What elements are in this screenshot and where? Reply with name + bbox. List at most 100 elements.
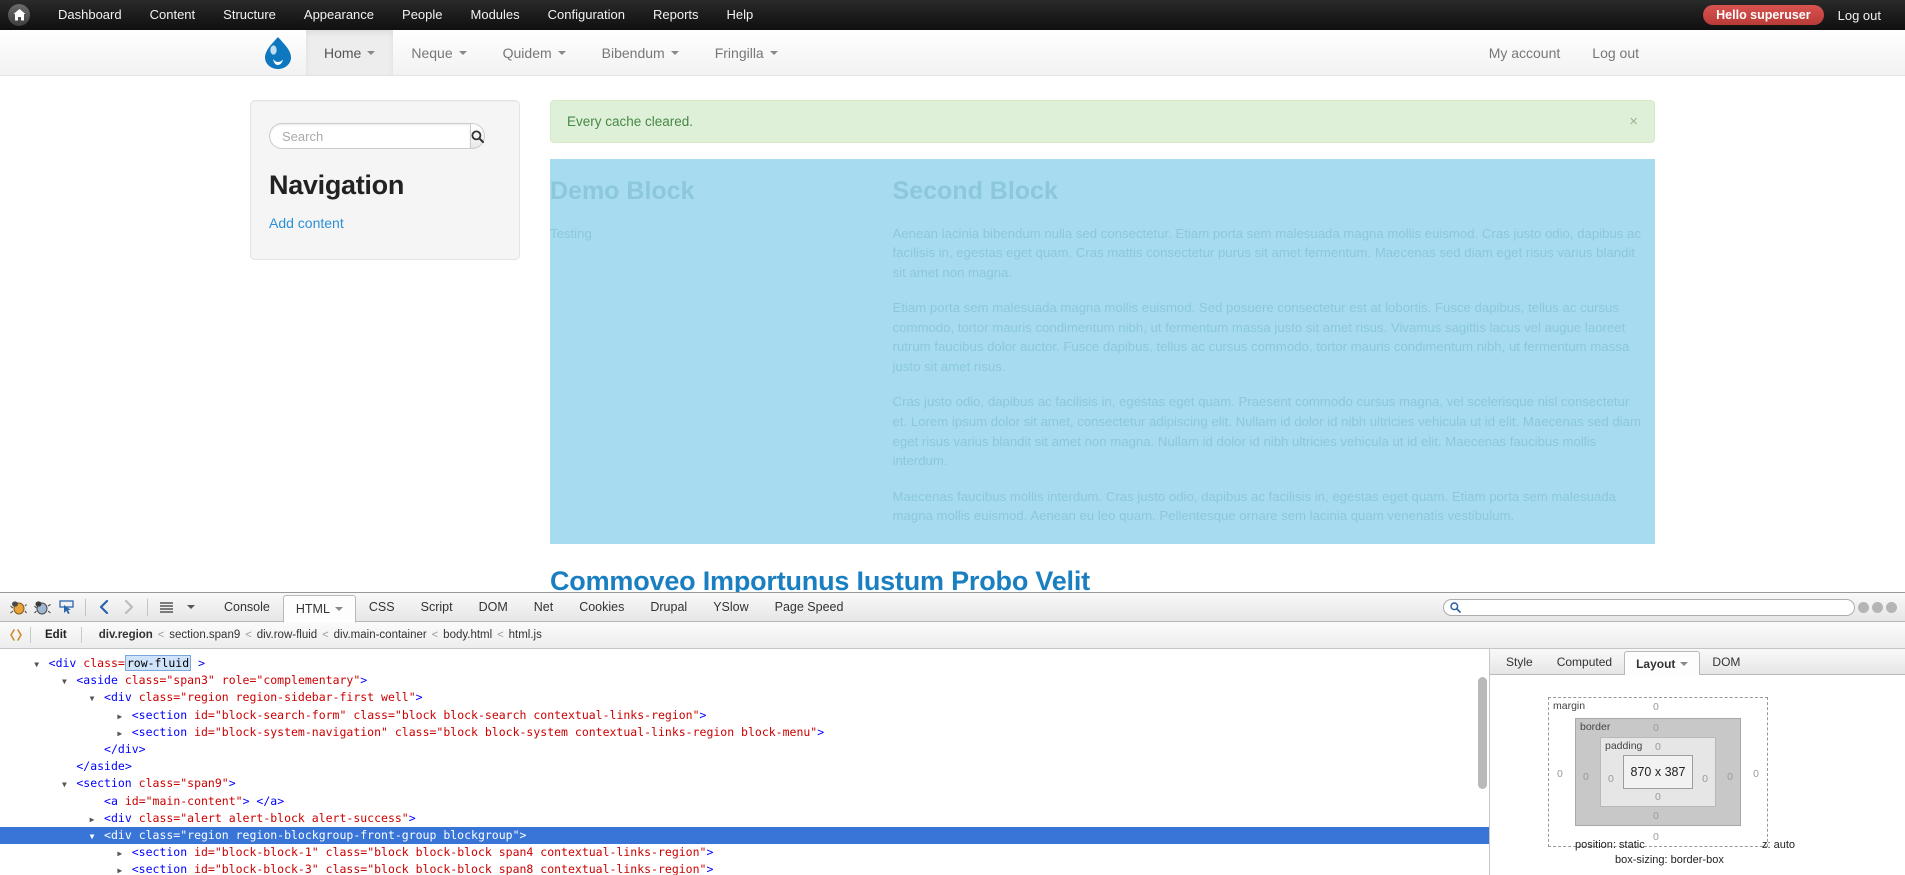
- edit-button[interactable]: Edit: [35, 629, 77, 641]
- add-content-link[interactable]: Add content: [269, 215, 344, 231]
- breadcrumb: div.region < section.span9 < div.row-flu…: [86, 629, 547, 641]
- admin-logout-link[interactable]: Log out: [1828, 8, 1891, 23]
- admin-menu-item-structure[interactable]: Structure: [209, 0, 290, 30]
- previous-arrow-icon[interactable]: [94, 597, 115, 618]
- breadcrumb-item-html-js[interactable]: html.js: [504, 629, 547, 641]
- firebug-deactivate-icon[interactable]: [32, 597, 53, 618]
- fb-tab-script[interactable]: Script: [408, 593, 466, 622]
- fb-tab-yslow[interactable]: YSlow: [700, 593, 761, 622]
- html-tree-line[interactable]: ▶ <section id="block-block-1" class="blo…: [0, 844, 1489, 861]
- home-icon[interactable]: [8, 4, 30, 26]
- close-icon[interactable]: [1886, 601, 1897, 613]
- html-tree-line[interactable]: ▶ <div class="alert alert-block alert-su…: [0, 810, 1489, 827]
- admin-menu-item-dashboard[interactable]: Dashboard: [44, 0, 136, 30]
- firebug-bug-icon[interactable]: [8, 597, 29, 618]
- fb-tab-html[interactable]: HTML: [282, 594, 356, 623]
- search-icon[interactable]: [470, 123, 485, 149]
- nav-item-bibendum[interactable]: Bibendum: [584, 30, 697, 75]
- close-icon[interactable]: ×: [1629, 114, 1638, 129]
- breadcrumb-item-div-main-container[interactable]: div.main-container: [329, 629, 432, 641]
- breadcrumb-item-div-region[interactable]: div.region: [94, 629, 158, 641]
- twisty-expanded-icon[interactable]: ▼: [32, 656, 42, 673]
- fb-tab-label: DOM: [478, 600, 508, 614]
- fb-tab-net[interactable]: Net: [521, 593, 566, 622]
- html-tree-line[interactable]: ▼ <aside class="span3" role="complementa…: [0, 672, 1489, 689]
- html-tree-line[interactable]: </div>: [0, 741, 1489, 758]
- admin-menu-item-reports[interactable]: Reports: [639, 0, 713, 30]
- twisty-collapsed-icon[interactable]: ▶: [115, 862, 125, 875]
- fb-tab-css[interactable]: CSS: [356, 593, 408, 622]
- code-token-val: "block-search-form": [214, 707, 347, 722]
- html-tree-line[interactable]: ▼ <section class="span9">: [0, 775, 1489, 792]
- admin-menu-item-appearance[interactable]: Appearance: [290, 0, 388, 30]
- fb-tab-page-speed[interactable]: Page Speed: [762, 593, 857, 622]
- box-model-padding: padding 0 0 0 0 870 x 387: [1600, 737, 1716, 807]
- code-token-val: "alert alert-block alert-success": [180, 810, 409, 825]
- html-tree-line[interactable]: ▼ <div class="region region-blockgroup-f…: [0, 826, 1489, 845]
- twisty-expanded-icon[interactable]: ▼: [59, 673, 69, 690]
- firebug-search-input[interactable]: [1465, 600, 1848, 614]
- search-input[interactable]: [269, 123, 470, 149]
- attribute-edit-field[interactable]: row-fluid: [124, 655, 192, 671]
- maximize-icon[interactable]: [1872, 601, 1883, 613]
- admin-menu-item-people[interactable]: People: [388, 0, 456, 30]
- nav-item-home[interactable]: Home: [306, 30, 394, 75]
- breadcrumb-item-body-html[interactable]: body.html: [438, 629, 497, 641]
- html-tree-line[interactable]: </aside>: [0, 758, 1489, 775]
- fb-tab-drupal[interactable]: Drupal: [637, 593, 700, 622]
- twisty-collapsed-icon[interactable]: ▶: [115, 725, 125, 742]
- options-caret-icon[interactable]: [180, 597, 201, 618]
- menu-lines-icon[interactable]: [156, 597, 177, 618]
- code-token-val: "block block-search contextual-links-reg…: [394, 707, 700, 722]
- admin-menu-item-configuration[interactable]: Configuration: [534, 0, 639, 30]
- twisty-collapsed-icon[interactable]: ▶: [115, 845, 125, 862]
- code-token-val: "span3": [166, 673, 215, 688]
- html-tree-line[interactable]: ▶ <section id="block-block-3" class="blo…: [0, 861, 1489, 875]
- code-token-punc: <: [131, 724, 139, 739]
- firebug-search-box[interactable]: [1443, 598, 1855, 616]
- nav-item-neque[interactable]: Neque: [393, 30, 484, 75]
- code-token-tag: div: [110, 827, 132, 842]
- box-model-margin: margin 0 0 0 0 border 0 0 0 0 padding 0: [1548, 697, 1768, 847]
- html-tree-line[interactable]: ▶ <section id="block-system-navigation" …: [0, 724, 1489, 741]
- fb-side-tab-computed[interactable]: Computed: [1545, 649, 1624, 674]
- my-account-link[interactable]: My account: [1473, 45, 1577, 61]
- nav-item-quidem[interactable]: Quidem: [485, 30, 584, 75]
- margin-top-value: 0: [1653, 701, 1659, 713]
- twisty-collapsed-icon[interactable]: ▶: [115, 708, 125, 725]
- fb-tab-cookies[interactable]: Cookies: [566, 593, 637, 622]
- breadcrumb-item-section-span9[interactable]: section.span9: [164, 629, 245, 641]
- html-tree-line[interactable]: ▶ <section id="block-search-form" class=…: [0, 707, 1489, 724]
- fb-side-tab-style[interactable]: Style: [1494, 649, 1545, 674]
- admin-menu-item-content[interactable]: Content: [136, 0, 210, 30]
- code-token-punc: >: [706, 845, 714, 860]
- breadcrumb-item-div-row-fluid[interactable]: div.row-fluid: [252, 629, 323, 641]
- html-tree-line[interactable]: ▼ <div class="region region-sidebar-firs…: [0, 689, 1489, 706]
- fb-tab-label: Net: [533, 600, 554, 614]
- nav-item-fringilla[interactable]: Fringilla: [697, 30, 796, 75]
- minimize-icon[interactable]: [1858, 601, 1869, 613]
- html-tree-line[interactable]: ▼ <div class= row-fluid >: [0, 655, 1489, 672]
- user-greeting-badge[interactable]: Hello superuser: [1703, 5, 1824, 25]
- code-token-attr: class=: [83, 656, 125, 670]
- vertical-scrollbar[interactable]: [1478, 677, 1487, 789]
- inspect-element-icon[interactable]: [56, 597, 77, 618]
- twisty-collapsed-icon[interactable]: ▶: [87, 811, 97, 828]
- html-tree-line[interactable]: <a id="main-content"> </a>: [0, 793, 1489, 810]
- admin-menu-item-modules[interactable]: Modules: [457, 0, 534, 30]
- twisty-expanded-icon[interactable]: ▼: [59, 776, 69, 793]
- admin-menu-item-help[interactable]: Help: [713, 0, 768, 30]
- drupal-drop-logo[interactable]: [250, 30, 306, 75]
- fb-side-tab-layout[interactable]: Layout: [1624, 651, 1701, 676]
- fb-tab-console[interactable]: Console: [211, 593, 283, 622]
- site-logout-link[interactable]: Log out: [1576, 45, 1655, 61]
- next-arrow-icon[interactable]: [118, 597, 139, 618]
- twisty-expanded-icon[interactable]: ▼: [87, 690, 97, 707]
- chevron-down-icon: [1680, 661, 1689, 666]
- twisty-expanded-icon[interactable]: ▼: [87, 828, 97, 845]
- html-source-tree[interactable]: ▼ <div class= row-fluid > ▼ <aside class=…: [0, 649, 1490, 875]
- fb-side-tab-dom[interactable]: DOM: [1700, 649, 1752, 674]
- fb-tab-dom[interactable]: DOM: [466, 593, 521, 622]
